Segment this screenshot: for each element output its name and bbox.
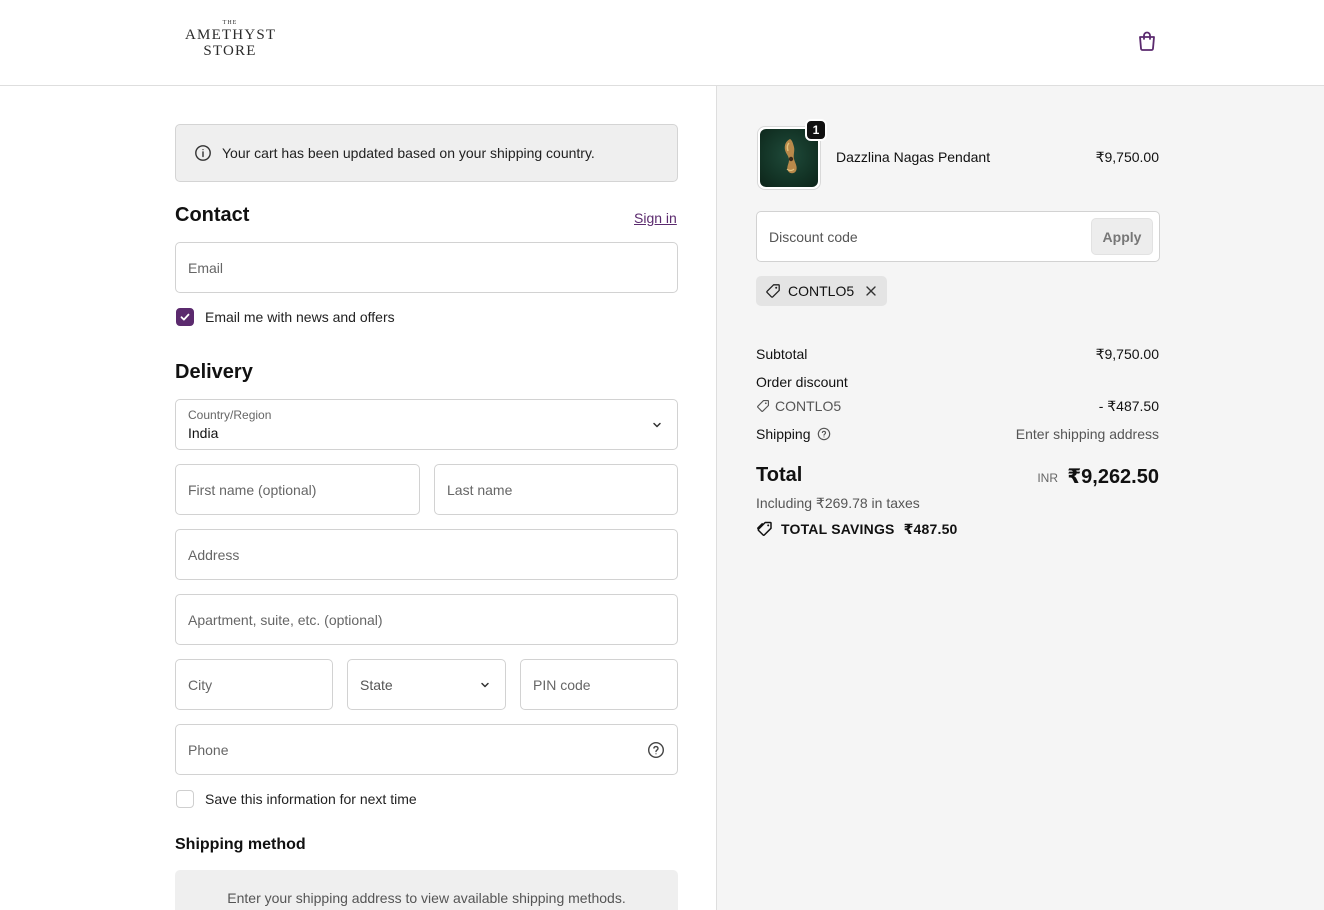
city-field[interactable] (175, 659, 333, 710)
checkout-form: Your cart has been updated based on your… (0, 86, 716, 910)
help-circle-icon[interactable] (817, 427, 831, 441)
shipping-method-message: Enter your shipping address to view avai… (227, 890, 626, 906)
check-icon (179, 311, 191, 323)
subtotal-value: ₹9,750.00 (1095, 346, 1159, 362)
order-discount-label: Order discount (756, 374, 848, 390)
shipping-row: Shipping (756, 426, 831, 442)
total-label: Total (756, 464, 803, 486)
shipping-value: Enter shipping address (1015, 426, 1159, 442)
address-field[interactable] (175, 529, 678, 580)
apartment-field[interactable] (175, 594, 678, 645)
applied-discount-chip: CONTLO5 (756, 276, 888, 306)
newsletter-option[interactable]: Email me with news and offers (176, 308, 395, 326)
shipping-method-title: Shipping method (175, 836, 306, 853)
apartment-input[interactable] (176, 595, 677, 644)
cart-updated-notice: Your cart has been updated based on your… (175, 124, 678, 182)
country-select[interactable]: Country/Region India (175, 399, 678, 450)
product-name: Dazzlina Nagas Pendant (836, 149, 991, 165)
save-info-checkbox[interactable] (176, 790, 194, 808)
total-currency: INR (1037, 471, 1058, 485)
phone-input[interactable] (176, 725, 677, 774)
discount-field[interactable]: Apply (756, 211, 1160, 262)
email-input[interactable] (176, 243, 677, 292)
first-name-input[interactable] (176, 465, 419, 514)
order-summary: 1 Dazzlina Nagas Pendant ₹9,750.00 Apply… (716, 86, 1324, 910)
country-value: India (188, 425, 219, 441)
tag-icon (756, 399, 770, 413)
applied-code: CONTLO5 (788, 283, 855, 299)
shipping-method-placeholder: Enter your shipping address to view avai… (175, 870, 678, 910)
quantity-badge: 1 (805, 119, 827, 141)
store-logo[interactable]: THE AMETHYST STORE (185, 20, 275, 59)
close-icon[interactable] (864, 284, 878, 298)
logo-line2: STORE (203, 43, 257, 59)
pin-code-input[interactable] (521, 660, 677, 709)
email-field[interactable] (175, 242, 678, 293)
chevron-down-icon (651, 419, 663, 431)
header: THE AMETHYST STORE (0, 0, 1324, 86)
sign-in-link[interactable]: Sign in (634, 210, 677, 226)
savings-label: TOTAL SAVINGS (781, 521, 895, 537)
logo-the: THE (222, 20, 238, 26)
tags-icon (756, 520, 774, 538)
chevron-down-icon (479, 679, 491, 691)
order-discount-value: - ₹487.50 (1098, 398, 1159, 414)
taxes-text: Including ₹269.78 in taxes (756, 495, 920, 511)
save-info-option[interactable]: Save this information for next time (176, 790, 417, 808)
tag-icon (765, 283, 781, 299)
apply-button[interactable]: Apply (1091, 218, 1153, 255)
logo-line1: AMETHYST (185, 27, 277, 43)
savings-value: ₹487.50 (903, 520, 958, 537)
discount-input[interactable] (757, 212, 1087, 261)
newsletter-checkbox[interactable] (176, 308, 194, 326)
first-name-field[interactable] (175, 464, 420, 515)
newsletter-label: Email me with news and offers (205, 309, 395, 325)
total-value: ₹9,262.50 (1067, 466, 1159, 488)
pin-code-field[interactable] (520, 659, 678, 710)
phone-field[interactable] (175, 724, 678, 775)
last-name-field[interactable] (434, 464, 678, 515)
total-savings: TOTAL SAVINGS ₹487.50 (756, 520, 958, 538)
product-price: ₹9,750.00 (1095, 149, 1159, 165)
notice-text: Your cart has been updated based on your… (222, 145, 595, 161)
city-input[interactable] (176, 660, 332, 709)
save-info-label: Save this information for next time (205, 791, 417, 807)
last-name-input[interactable] (435, 465, 677, 514)
shopping-bag-icon (1136, 30, 1158, 52)
address-input[interactable] (176, 530, 677, 579)
order-discount-code: CONTLO5 (775, 398, 842, 414)
state-select[interactable]: State (347, 659, 506, 710)
info-icon (194, 144, 212, 162)
state-value: State (360, 677, 393, 693)
subtotal-label: Subtotal (756, 346, 808, 362)
order-discount-code-row: CONTLO5 (756, 398, 841, 414)
contact-title: Contact (175, 204, 250, 226)
delivery-title: Delivery (175, 361, 253, 383)
shipping-label: Shipping (756, 426, 811, 442)
country-label: Country/Region (188, 408, 272, 422)
help-circle-icon[interactable] (647, 741, 665, 759)
cart-button[interactable] (1134, 28, 1160, 54)
